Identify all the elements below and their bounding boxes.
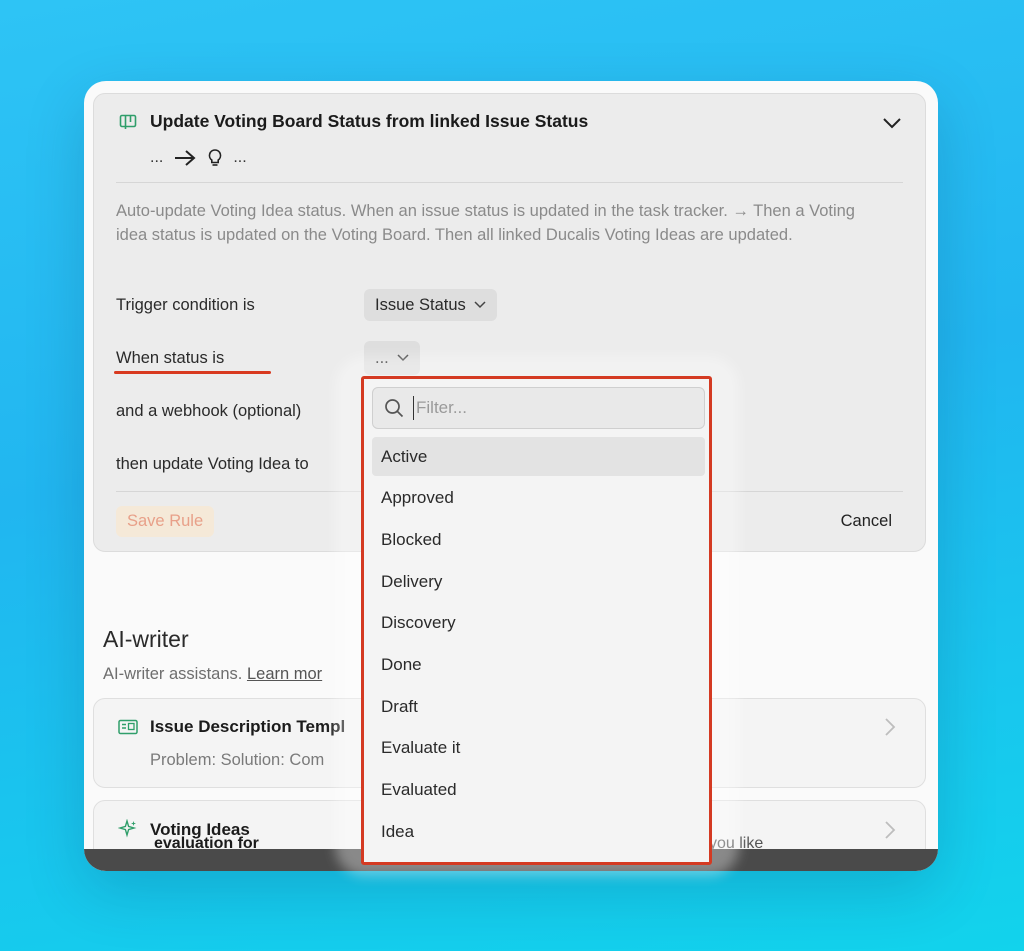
divider bbox=[116, 182, 903, 183]
chevron-down-icon[interactable] bbox=[881, 112, 903, 134]
chevron-right-icon bbox=[885, 821, 896, 839]
save-rule-button[interactable]: Save Rule bbox=[116, 506, 215, 537]
filter-input[interactable] bbox=[413, 396, 693, 420]
section-subtitle-text: AI-writer assistans. bbox=[103, 665, 243, 683]
trigger-condition-value: Issue Status bbox=[375, 295, 466, 314]
webhook-label: and a webhook (optional) bbox=[116, 402, 302, 420]
flow-source: ... bbox=[150, 149, 164, 166]
trigger-condition-label: Trigger condition is bbox=[116, 296, 255, 314]
dropdown-option[interactable]: Blocked bbox=[372, 520, 705, 559]
dropdown-option[interactable]: Draft bbox=[372, 687, 705, 726]
filter-box[interactable] bbox=[372, 387, 705, 429]
dropdown-option[interactable]: Evaluated bbox=[372, 771, 705, 810]
status-condition-label: When status is bbox=[116, 349, 225, 367]
template-icon bbox=[118, 719, 138, 735]
lightbulb-icon bbox=[209, 149, 222, 166]
dropdown-option[interactable]: Approved bbox=[372, 479, 705, 518]
highlight-underline bbox=[114, 371, 271, 374]
section-subtitle: AI-writer assistans. Learn mor bbox=[103, 665, 322, 684]
chevron-down-icon bbox=[474, 301, 486, 309]
dropdown-option[interactable]: Done bbox=[372, 646, 705, 685]
ai-writer-item-title: Issue Description Templ bbox=[150, 717, 346, 736]
chevron-right-icon bbox=[885, 718, 896, 736]
rule-title: Update Voting Board Status from linked I… bbox=[150, 111, 589, 131]
dropdown-option[interactable]: Delivery bbox=[372, 562, 705, 601]
dropdown-option[interactable]: Idea bbox=[372, 812, 705, 851]
flow-target: ... bbox=[233, 149, 247, 166]
trigger-condition-select[interactable]: Issue Status bbox=[364, 289, 497, 321]
sparkle-icon bbox=[118, 819, 137, 838]
ai-writer-item-subtitle: Problem: Solution: Com bbox=[150, 751, 325, 769]
arrow-right-icon bbox=[175, 150, 196, 166]
board-icon bbox=[119, 114, 137, 129]
rule-description: Auto-update Voting Idea status. When an … bbox=[116, 202, 855, 244]
search-icon bbox=[385, 399, 404, 418]
rule-flow: ... ... bbox=[150, 148, 247, 168]
status-dropdown: ActiveApprovedBlockedDeliveryDiscoveryDo… bbox=[361, 376, 712, 865]
dropdown-option[interactable]: Evaluate it bbox=[372, 729, 705, 768]
update-idea-label: then update Voting Idea to bbox=[116, 455, 309, 473]
dropdown-option[interactable]: Discovery bbox=[372, 604, 705, 643]
learn-more-link[interactable]: Learn mor bbox=[247, 665, 322, 683]
dropdown-option[interactable]: Active bbox=[372, 437, 705, 476]
section-title: AI-writer bbox=[103, 626, 189, 652]
cancel-button[interactable]: Cancel bbox=[841, 512, 892, 531]
ghost-text: evaluation for bbox=[154, 835, 259, 852]
